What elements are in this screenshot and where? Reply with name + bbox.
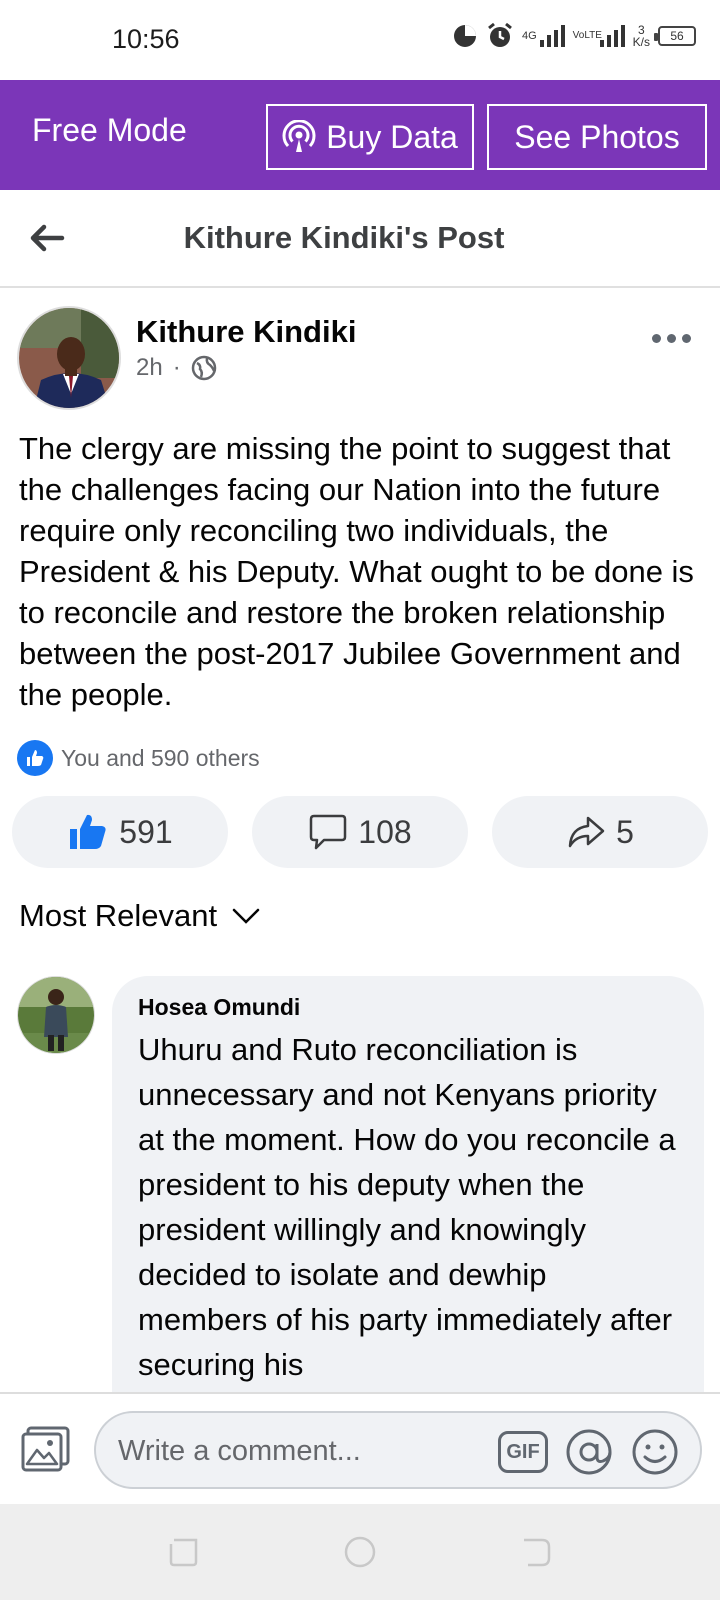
system-nav-bar [0,1504,720,1600]
like-reaction-icon [17,740,53,776]
status-icons: 4G VoLTE 3 K/s 56 [452,22,696,50]
globe-icon [191,355,217,381]
like-button[interactable]: 591 [12,796,228,868]
alarm-icon [486,22,514,50]
network-volte-label: VoLTE [572,30,602,41]
buy-data-button[interactable]: Buy Data [266,104,474,170]
photo-icon[interactable] [20,1422,72,1474]
comment-input[interactable]: Write a comment... GIF [94,1411,702,1489]
share-button[interactable]: 5 [492,796,708,868]
battery-icon: 56 [654,26,696,46]
comment-placeholder: Write a comment... [118,1435,361,1467]
comment-composer: Write a comment... GIF [0,1392,720,1504]
chevron-down-icon [231,906,261,926]
post-time: 2h [136,354,163,381]
signal-icon: 4G [522,24,565,48]
author-name[interactable]: Kithure Kindiki [136,314,356,350]
page-title: Kithure Kindiki's Post [183,220,505,255]
signal-icon: VoLTE [573,24,625,48]
author-avatar[interactable] [17,306,121,410]
data-saver-icon [452,23,478,49]
dot [652,333,661,343]
commenter-avatar[interactable] [17,976,95,1054]
see-photos-button[interactable]: See Photos [487,104,707,170]
like-count: 591 [119,813,173,850]
status-time: 10:56 [112,24,180,54]
free-mode-bar: Free Mode Buy Data See Photos [0,80,720,190]
emoji-icon[interactable] [630,1427,680,1477]
home-icon[interactable] [342,1534,378,1570]
mention-icon[interactable] [564,1427,614,1477]
dot [667,333,676,343]
gif-button[interactable]: GIF [498,1431,548,1473]
post-header: Kithure Kindiki's Post [0,190,720,288]
comment-count: 108 [358,813,412,850]
meta-separator: · [172,354,181,381]
more-options-icon[interactable] [652,326,696,350]
status-bar: 10:56 4G VoLTE 3 K/s 56 [0,0,720,80]
dot [682,333,691,343]
reactions-text: You and 590 others [61,744,260,771]
network-type-label: 4G [521,30,537,42]
net-speed-unit: K/s [632,35,650,49]
comment-bubble[interactable]: Hosea Omundi Uhuru and Ruto reconciliati… [112,976,704,1396]
sort-label: Most Relevant [19,898,218,933]
see-photos-label: See Photos [514,118,680,155]
back-icon[interactable] [518,1534,554,1570]
share-icon [566,812,606,852]
free-mode-label: Free Mode [32,112,187,148]
buy-data-label: Buy Data [326,118,458,155]
comment-author[interactable]: Hosea Omundi [138,994,678,1021]
share-count: 5 [616,813,634,850]
net-speed: 3 K/s [633,24,650,48]
recent-apps-icon[interactable] [166,1534,202,1570]
reactions-summary[interactable]: You and 590 others [17,740,260,776]
post-text: The clergy are missing the point to sugg… [19,431,694,712]
comment-button[interactable]: 108 [252,796,468,868]
post-meta: 2h · [136,354,217,382]
battery-level: 56 [670,29,684,43]
comment-text: Uhuru and Ruto reconciliation is unneces… [138,1032,676,1382]
comment-icon [308,812,348,852]
like-icon [67,811,109,853]
broadcast-icon [282,120,316,154]
comment-sort-dropdown[interactable]: Most Relevant [19,898,261,934]
